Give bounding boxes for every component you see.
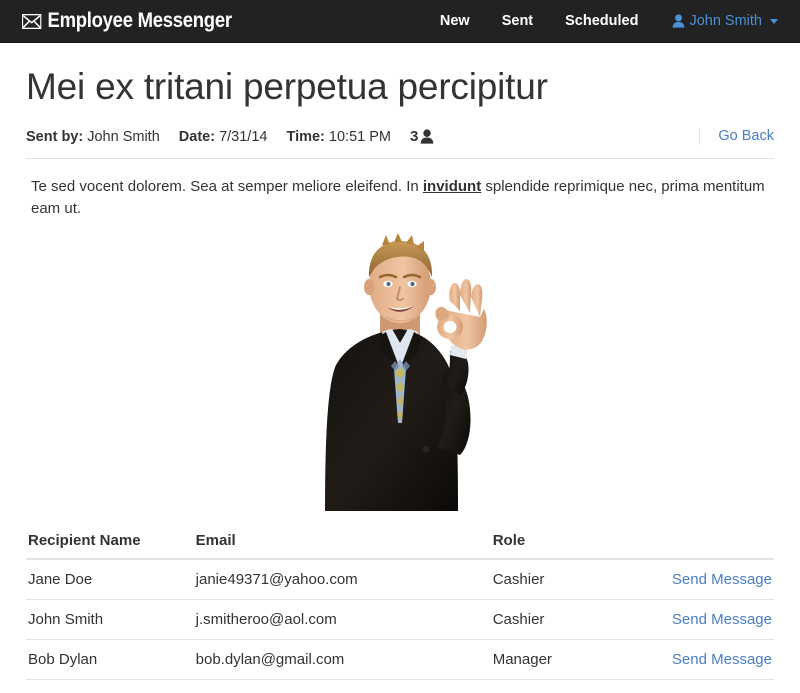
user-icon <box>672 14 685 28</box>
message-image-wrapper <box>26 233 774 511</box>
page-container: Mei ex tritani perpetua percipitur Sent … <box>0 67 800 680</box>
recipient-role: Cashier <box>491 600 670 640</box>
meta-sent-by: Sent by: John Smith <box>26 129 160 145</box>
nav-item-sent[interactable]: Sent <box>486 13 549 29</box>
message-emphasis: invidunt <box>423 178 481 195</box>
nav-item-new[interactable]: New <box>424 13 486 29</box>
brand-logo[interactable]: Employee Messenger <box>22 9 232 33</box>
recipient-action-cell: Send Message <box>670 640 774 680</box>
go-back-link[interactable]: Go Back <box>718 128 774 144</box>
recipient-action-cell: Send Message <box>670 559 774 600</box>
recipient-email: bob.dylan@gmail.com <box>194 640 491 680</box>
send-message-link[interactable]: Send Message <box>672 651 772 668</box>
page-title: Mei ex tritani perpetua percipitur <box>26 67 774 108</box>
message-image <box>298 233 503 511</box>
table-row: John Smith j.smitheroo@aol.com Cashier S… <box>26 600 774 640</box>
meta-sent-by-label: Sent by: <box>26 129 83 145</box>
table-header-row: Recipient Name Email Role <box>26 524 774 559</box>
send-message-link[interactable]: Send Message <box>672 611 772 628</box>
column-header-action <box>670 524 774 559</box>
meta-recipient-count-value: 3 <box>410 128 418 145</box>
meta-date-label: Date: <box>179 129 215 145</box>
meta-time: Time: 10:51 PM <box>286 129 391 145</box>
message-body: Te sed vocent dolorem. Sea at semper mel… <box>26 176 774 222</box>
message-text-before: Te sed vocent dolorem. Sea at semper mel… <box>31 178 423 195</box>
recipients-table: Recipient Name Email Role Jane Doe janie… <box>26 524 774 680</box>
column-header-name: Recipient Name <box>26 524 194 559</box>
meta-date: Date: 7/31/14 <box>179 129 268 145</box>
envelope-icon <box>22 14 41 29</box>
meta-sent-by-value: John Smith <box>87 129 160 145</box>
recipient-email: j.smitheroo@aol.com <box>194 600 491 640</box>
user-menu[interactable]: John Smith <box>654 13 782 29</box>
column-header-role: Role <box>491 524 670 559</box>
meta-time-value: 10:51 PM <box>329 129 391 145</box>
message-meta-bar: Sent by: John Smith Date: 7/31/14 Time: … <box>26 128 774 159</box>
table-row: Bob Dylan bob.dylan@gmail.com Manager Se… <box>26 640 774 680</box>
recipient-name: Bob Dylan <box>26 640 194 680</box>
send-message-link[interactable]: Send Message <box>672 571 772 588</box>
top-navbar: Employee Messenger New Sent Scheduled Jo… <box>0 0 800 43</box>
user-menu-label: John Smith <box>689 13 762 29</box>
meta-date-value: 7/31/14 <box>219 129 267 145</box>
recipient-name: Jane Doe <box>26 559 194 600</box>
column-header-email: Email <box>194 524 491 559</box>
chevron-down-icon <box>770 19 778 24</box>
nav-item-scheduled[interactable]: Scheduled <box>549 13 654 29</box>
recipient-action-cell: Send Message <box>670 600 774 640</box>
recipient-email: janie49371@yahoo.com <box>194 559 491 600</box>
meta-recipient-count: 3 <box>410 128 434 145</box>
nav-links: New Sent Scheduled John Smith <box>424 13 782 29</box>
recipient-name: John Smith <box>26 600 194 640</box>
meta-actions: Go Back <box>699 128 774 145</box>
recipient-role: Cashier <box>491 559 670 600</box>
meta-time-label: Time: <box>286 129 324 145</box>
user-icon <box>420 129 434 144</box>
table-row: Jane Doe janie49371@yahoo.com Cashier Se… <box>26 559 774 600</box>
brand-label: Employee Messenger <box>48 9 232 33</box>
recipient-role: Manager <box>491 640 670 680</box>
